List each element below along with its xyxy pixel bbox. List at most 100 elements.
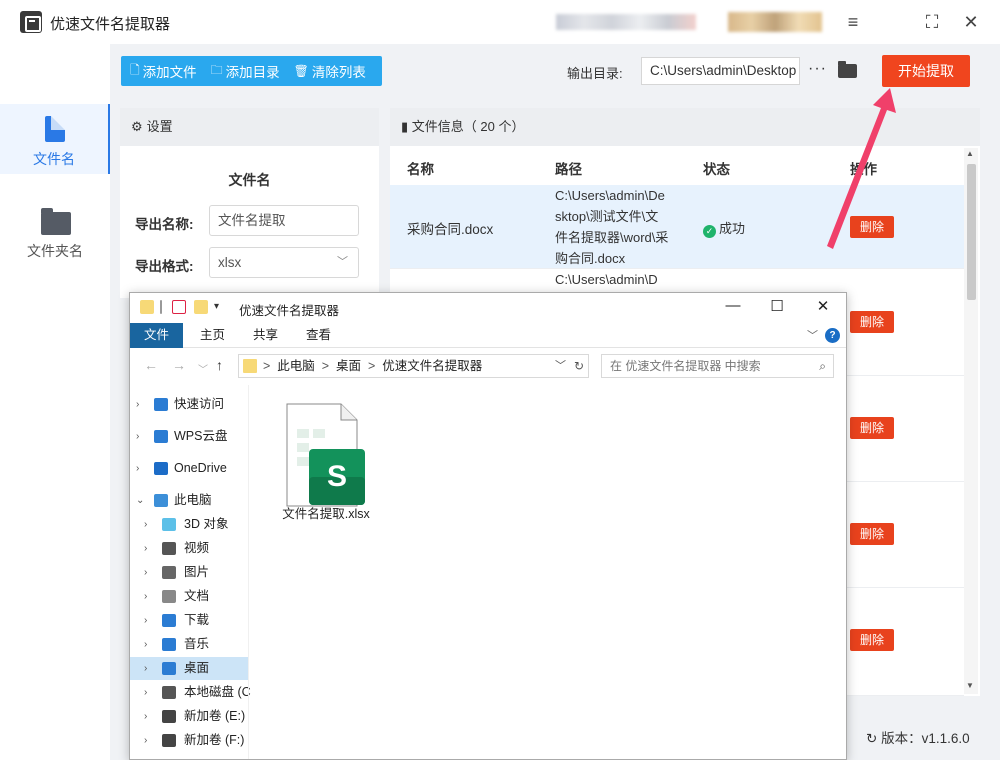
tree-item[interactable]: › 新加卷 (F:) [130,729,248,752]
tab-home[interactable]: 主页 [186,323,239,348]
chevron-right-icon[interactable]: › [136,425,139,448]
sidebar-item-filename[interactable]: 文件名 [0,104,110,174]
sidebar-item-foldername[interactable]: 文件夹名 [0,196,110,266]
output-dir-label: 输出目录: [567,66,623,81]
recent-locations-icon[interactable]: ﹀ [198,361,208,376]
chevron-right-icon[interactable]: › [144,585,147,608]
tree-item[interactable]: › 本地磁盘 (C [130,681,251,704]
search-input[interactable]: 在 优速文件名提取器 中搜索 ⌕ [601,354,834,378]
back-icon[interactable]: ← [144,357,158,373]
more-options-button[interactable]: ··· [808,60,827,78]
breadcrumb-this-pc[interactable]: 此电脑 [277,359,315,373]
tree-item-label: 快速访问 [174,397,225,411]
delete-row-button[interactable]: 删除 [850,523,894,545]
tab-file[interactable]: 文件 [130,323,183,348]
scroll-thumb[interactable] [967,164,976,300]
scroll-up-icon[interactable]: ▲ [966,149,974,158]
new-folder-icon[interactable] [194,300,208,314]
minimize-icon[interactable]: — [713,297,753,314]
file-name-label[interactable]: 文件名提取.xlsx [273,503,379,522]
onedrive-icon [154,462,168,475]
navigation-bar: ← → ﹀ ↑ > 此电脑 > 桌面 > 优速文件名提取器 ﹀ ↻ 在 优速文件… [130,349,846,383]
delete-row-button[interactable]: 删除 [850,311,894,333]
add-dir-button[interactable]: 🗀 添加目录 [202,61,285,82]
scroll-down-icon[interactable]: ▼ [966,681,974,690]
address-bar[interactable]: > 此电脑 > 桌面 > 优速文件名提取器 ﹀ ↻ [238,354,589,378]
chevron-right-icon[interactable]: › [144,513,147,536]
tree-item-label: 桌面 [184,661,210,675]
tree-item[interactable]: › 下载 [130,609,248,632]
settings-section-title: 文件名 [228,172,271,188]
trash-icon: 🗑 [293,64,309,78]
column-path: 路径 [555,162,582,177]
status-badge: ✓ 成功 [703,218,745,238]
chevron-right-icon[interactable]: › [144,729,147,752]
expand-ribbon-icon[interactable]: ﹀ [807,327,818,343]
scrollbar[interactable]: ▲ ▼ [964,148,978,694]
folder-icon [243,359,257,373]
chevron-right-icon[interactable]: › [144,561,147,584]
chevron-right-icon[interactable]: › [136,393,139,416]
tree-item-label: 新加卷 (E:) [184,709,246,723]
chevron-right-icon[interactable]: › [144,657,147,680]
chevron-right-icon[interactable]: › [144,609,147,632]
settings-header: ⚙ 设置 [120,108,379,146]
forward-icon[interactable]: → [172,357,186,373]
table-row[interactable]: 采购合同.docx C:\Users\admin\Desktop\测试文件\文件… [390,185,964,269]
maximize-icon[interactable]: ☐ [757,297,797,315]
up-icon[interactable]: ↑ [216,357,223,373]
export-format-select[interactable]: xlsx ﹀ [209,247,359,278]
tree-item-label: 视频 [184,541,210,555]
add-file-button[interactable]: 🗋 添加文件 [121,61,202,82]
chevron-right-icon[interactable]: › [136,457,139,480]
settings-panel: ⚙ 设置 文件名 导出名称: 文件名提取 导出格式: xlsx ﹀ [120,108,379,298]
address-dropdown-icon[interactable]: ﹀ [555,355,566,377]
close-icon[interactable]: ✕ [803,297,843,315]
gear-icon: ⚙ [131,119,143,134]
delete-row-button[interactable]: 删除 [850,629,894,651]
output-dir-input[interactable]: C:\Users\admin\Desktop [641,57,800,85]
breadcrumb-desktop[interactable]: 桌面 [336,359,361,373]
file-icon: 🗋 [130,62,140,77]
tree-item[interactable]: › 文档 [130,585,248,608]
fullscreen-icon[interactable]: ⛶ [920,10,944,34]
start-extract-button[interactable]: 开始提取 [882,55,970,87]
tree-item[interactable]: › 3D 对象 [130,513,248,536]
clear-list-button[interactable]: 🗑 清除列表 [285,61,371,81]
properties-icon[interactable] [172,300,186,314]
menu-icon[interactable]: ≡ [841,10,865,34]
tree-item[interactable]: › 音乐 [130,633,248,656]
refresh-icon[interactable]: ↻ [574,355,584,377]
chevron-right-icon[interactable]: › [144,705,147,728]
tree-item-label: 下载 [184,613,210,627]
folder-icon [41,208,71,235]
navigation-pane: › 快速访问 › WPS云盘 › OneDrive ⌄ 此电脑 › 3D 对象 › 视频 › 图片 › 文档 ›… [130,385,251,759]
open-folder-icon[interactable] [838,61,857,78]
tree-item[interactable]: › 快速访问 [130,393,248,416]
chevron-right-icon[interactable]: › [144,681,147,704]
help-icon[interactable]: ? [825,328,840,343]
export-name-input[interactable]: 文件名提取 [209,205,359,236]
tab-share[interactable]: 共享 [239,323,292,348]
chevron-right-icon[interactable]: › [144,537,147,560]
tree-item[interactable]: ⌄ 此电脑 [130,489,248,512]
delete-row-button[interactable]: 删除 [850,417,894,439]
customize-quick-access-icon[interactable]: ▾ [214,300,228,314]
search-icon: ⌕ [819,359,826,373]
tree-item[interactable]: › 视频 [130,537,248,560]
export-format-label: 导出格式: [135,259,194,274]
tree-item[interactable]: › OneDrive [130,457,248,480]
user-avatar-blurred [728,12,822,32]
check-icon: ✓ [703,225,716,238]
tree-item[interactable]: › 桌面 [130,657,248,680]
breadcrumb-folder[interactable]: 优速文件名提取器 [382,359,482,373]
delete-row-button[interactable]: 删除 [850,216,894,238]
tree-item[interactable]: › WPS云盘 [130,425,248,448]
chevron-down-icon[interactable]: ⌄ [136,489,144,512]
xlsx-file-icon[interactable]: S [285,395,369,515]
chevron-right-icon[interactable]: › [144,633,147,656]
tab-view[interactable]: 查看 [292,323,345,348]
tree-item[interactable]: › 图片 [130,561,248,584]
tree-item[interactable]: › 新加卷 (E:) [130,705,248,728]
close-icon[interactable]: ✕ [959,10,983,34]
